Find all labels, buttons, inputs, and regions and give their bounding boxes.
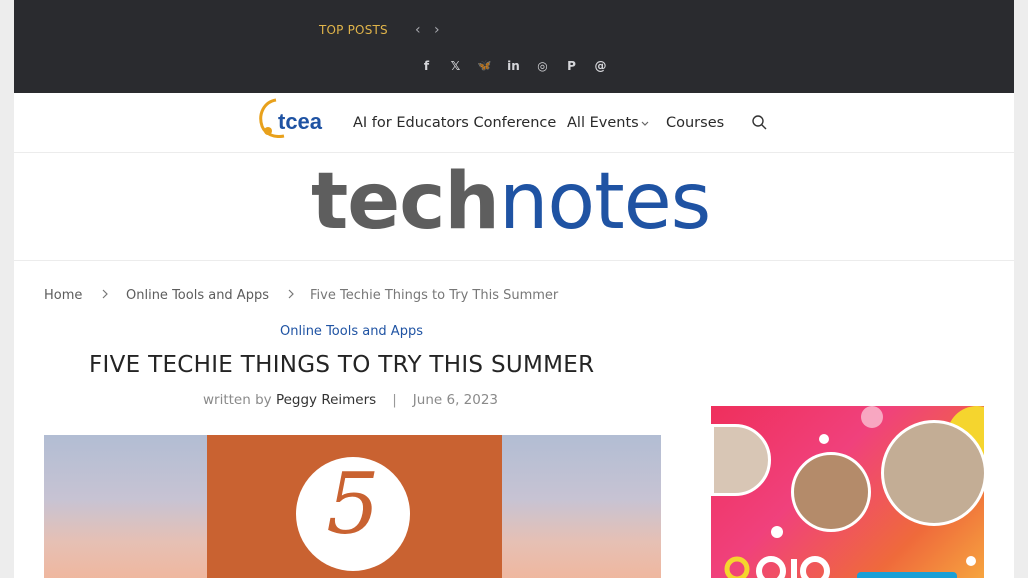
masthead-notes: notes <box>498 157 711 247</box>
ad-dot <box>771 526 783 538</box>
masthead-tech: tech <box>311 157 500 247</box>
chevron-down-icon <box>641 121 649 126</box>
chevron-right-icon <box>288 289 294 299</box>
byline-divider: | <box>392 392 397 408</box>
top-posts-label: TOP POSTS <box>319 23 388 37</box>
ad-photo <box>791 452 871 532</box>
top-bar: TOP POSTS ‹ › f 𝕏 🦋 in ◎ P @ <box>14 0 1014 93</box>
breadcrumb-category[interactable]: Online Tools and Apps <box>126 288 269 303</box>
article-byline: written by Peggy Reimers | June 6, 2023 <box>203 392 498 408</box>
written-by-label: written by <box>203 392 272 408</box>
bluesky-icon[interactable]: 🦋 <box>476 57 493 74</box>
article-date: June 6, 2023 <box>412 392 499 408</box>
ad-photo <box>711 424 771 496</box>
breadcrumb-home[interactable]: Home <box>44 288 82 303</box>
nav-ai-conference[interactable]: AI for Educators Conference <box>353 115 556 131</box>
page-frame: TOP POSTS ‹ › f 𝕏 🦋 in ◎ P @ tcea AI for… <box>14 0 1014 578</box>
main-nav: tcea AI for Educators Conference All Eve… <box>14 93 1014 153</box>
next-arrow-icon[interactable]: › <box>434 22 440 38</box>
ad-dot <box>966 556 976 566</box>
tcea-logo-mark: tcea <box>259 98 323 138</box>
masthead-logo: technotes <box>311 163 711 241</box>
svg-text:tcea: tcea <box>278 109 323 134</box>
hero-number: 5 <box>326 455 380 553</box>
nav-all-events[interactable]: All Events <box>567 115 639 131</box>
ad-photo <box>881 420 984 526</box>
tcea-logo[interactable]: tcea <box>256 98 338 138</box>
pinterest-icon[interactable]: P <box>563 57 580 74</box>
instagram-icon[interactable]: ◎ <box>534 57 551 74</box>
threads-icon[interactable]: @ <box>592 57 609 74</box>
search-icon[interactable] <box>752 115 767 134</box>
linkedin-icon[interactable]: in <box>505 57 522 74</box>
sidebar-ad-image[interactable] <box>711 406 984 578</box>
ad-logo <box>721 549 831 578</box>
prev-arrow-icon[interactable]: ‹ <box>415 22 421 38</box>
chevron-right-icon <box>102 289 108 299</box>
breadcrumb-current: Five Techie Things to Try This Summer <box>310 288 559 303</box>
ad-logo-mark <box>724 556 830 578</box>
ad-dot <box>819 434 829 444</box>
nav-courses[interactable]: Courses <box>666 115 724 131</box>
hero-image: 5 <box>44 435 661 578</box>
article-category[interactable]: Online Tools and Apps <box>280 324 423 339</box>
author-link[interactable]: Peggy Reimers <box>276 392 376 408</box>
article-title: FIVE TECHIE THINGS TO TRY THIS SUMMER <box>89 352 595 378</box>
ad-dot <box>861 406 883 428</box>
social-links: f 𝕏 🦋 in ◎ P @ <box>418 57 609 74</box>
facebook-icon[interactable]: f <box>418 57 435 74</box>
technotes-masthead[interactable]: technotes <box>14 153 1014 261</box>
x-icon[interactable]: 𝕏 <box>447 57 464 74</box>
ad-badge <box>857 572 957 578</box>
